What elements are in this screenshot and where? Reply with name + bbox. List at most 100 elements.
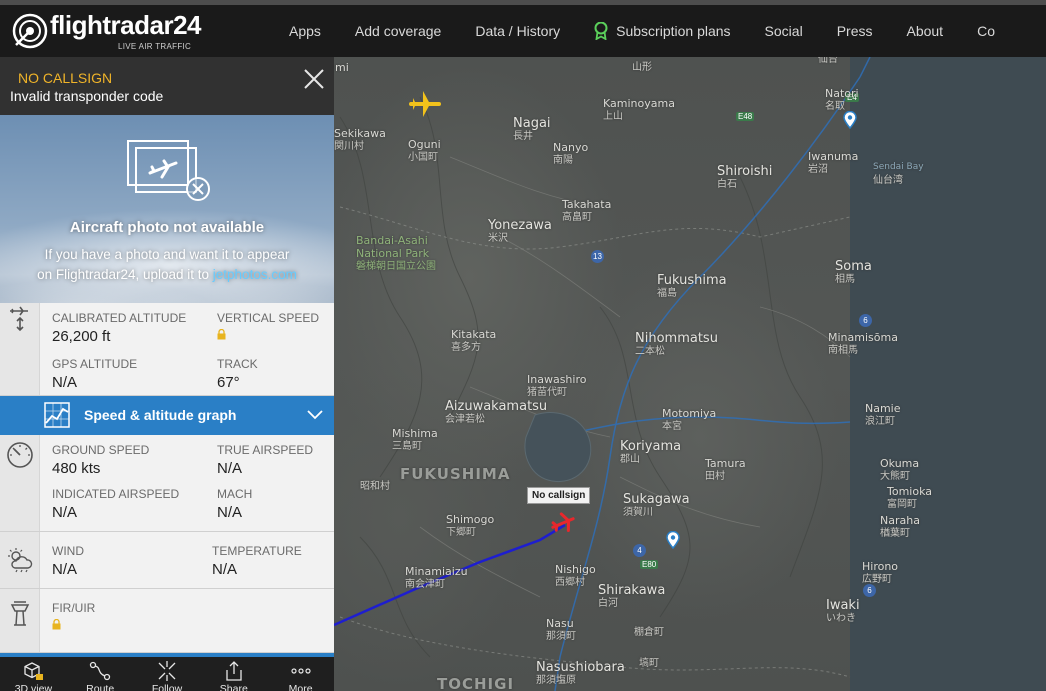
road-marker-4: 4: [633, 544, 646, 557]
place-aizuwakamatsu: Aizuwakamatsu 会津若松: [445, 399, 548, 425]
mach-field: MACH N/A: [217, 487, 253, 521]
main-nav: Apps Add coverage Data / History Subscri…: [272, 5, 1012, 57]
temperature-field: TEMPERATURE N/A: [212, 544, 302, 578]
place-takahata: Takahata 高畠町: [562, 198, 612, 223]
place-soma: Soma 相馬: [835, 259, 872, 285]
place-nishigo: Nishigo 西郷村: [555, 563, 596, 588]
place-minamisoma: Minamisōma 南相馬: [828, 331, 898, 356]
follow-button[interactable]: Follow: [134, 657, 201, 691]
place-sekikawa: Sekikawa 関川村: [334, 127, 386, 152]
photo-unavailable-title: Aircraft photo not available: [69, 219, 265, 236]
radar-logo-icon: [12, 13, 48, 49]
place-showa: 昭和村: [360, 481, 390, 492]
lock-icon[interactable]: [217, 329, 226, 340]
brand-name: flightradar24: [50, 10, 202, 40]
place-minamiaizu: Minamiaizu 南会津町: [405, 565, 468, 590]
place-bandai-park: Bandai-Asahi National Park 磐梯朝日国立公園: [356, 234, 436, 272]
place-sendai: 仙台: [818, 57, 838, 65]
weather-section: WIND N/A TEMPERATURE N/A: [0, 532, 334, 589]
aircraft-callsign-tag[interactable]: No callsign: [527, 487, 591, 504]
place-oguni: Oguni 小国町: [408, 138, 441, 163]
place-hirono: Hirono 広野町: [862, 560, 899, 585]
close-icon[interactable]: [300, 65, 328, 93]
place-tanagura: 棚倉町: [634, 627, 664, 638]
road-shield-e48: E48: [736, 112, 755, 121]
award-badge-icon: [594, 22, 608, 40]
photo-unavailable-icon: [127, 140, 210, 201]
altitude-section: CALIBRATED ALTITUDE 26,200 ft VERTICAL S…: [0, 303, 334, 396]
brand-tagline: LIVE AIR TRAFFIC: [118, 42, 192, 51]
place-nagai: Nagai 長井: [513, 116, 551, 142]
fir-uir-section: FIR/UIR: [0, 589, 334, 653]
place-tomioka: Tomioka 富岡町: [887, 485, 932, 510]
aircraft-info-panel: NO CALLSIGN Invalid transponder code Air…: [0, 57, 334, 691]
region-tochigi: TOCHIGI: [437, 675, 515, 691]
place-sukagawa: Sukagawa 須賀川: [623, 492, 690, 518]
nav-social[interactable]: Social: [748, 5, 820, 57]
nav-data-history[interactable]: Data / History: [458, 5, 577, 57]
callsign-label: NO CALLSIGN: [18, 70, 113, 86]
place-iwanuma: Iwanuma 岩沼: [808, 150, 859, 175]
share-button[interactable]: Share: [200, 657, 267, 691]
place-kitakata: Kitakata 喜多方: [451, 328, 497, 353]
nav-about[interactable]: About: [889, 5, 960, 57]
nav-press[interactable]: Press: [820, 5, 890, 57]
place-nihonmatsu: Nihommatsu 二本松: [635, 331, 718, 357]
place-natori: Natori 名取: [825, 87, 859, 112]
fir-uir-field: FIR/UIR: [52, 601, 95, 635]
flightradar24-logo[interactable]: flightradar24 LIVE AIR TRAFFIC: [12, 10, 202, 55]
route-icon: [90, 661, 111, 681]
speed-section: GROUND SPEED 480 kts TRUE AIRSPEED N/A I…: [0, 435, 334, 532]
airport-pin-icon[interactable]: [666, 531, 680, 549]
region-fukushima: FUKUSHIMA: [400, 465, 511, 483]
jetphotos-link[interactable]: jetphotos.com: [213, 267, 297, 282]
chevron-down-icon: [307, 410, 323, 420]
nav-contact-truncated[interactable]: Co: [960, 5, 1012, 57]
place-shiroishi: Shiroishi 白石: [717, 164, 773, 190]
road-marker-6: 6: [859, 314, 872, 327]
graph-icon: [44, 402, 70, 428]
place-yamagata: 山形: [632, 62, 652, 73]
aircraft-description: Invalid transponder code: [10, 88, 164, 104]
more-dots-icon: [290, 668, 311, 674]
panel-header: NO CALLSIGN Invalid transponder code: [0, 57, 334, 115]
cube-lock-icon: [24, 662, 44, 680]
nav-subscription-plans[interactable]: Subscription plans: [577, 5, 747, 57]
place-shirakawa: Shirakawa 白河: [598, 583, 666, 609]
place-okuma: Okuma 大熊町: [880, 457, 920, 482]
place-mishima: Mishima 三島町: [392, 427, 438, 452]
true-airspeed-field: TRUE AIRSPEED N/A: [217, 443, 314, 477]
speed-altitude-graph-toggle[interactable]: Speed & altitude graph: [0, 396, 334, 435]
place-sendai-bay: Sendai Bay 仙台湾: [873, 162, 924, 186]
indicated-airspeed-field: INDICATED AIRSPEED N/A: [52, 487, 180, 521]
altitude-plane-icon: [10, 306, 28, 332]
calibrated-altitude-field: CALIBRATED ALTITUDE 26,200 ft: [52, 311, 187, 345]
graph-toggle-label: Speed & altitude graph: [84, 407, 237, 423]
track-field: TRACK 67°: [217, 357, 258, 391]
more-button[interactable]: More: [267, 657, 334, 691]
place-kaminoyama: Kaminoyama 上山: [603, 97, 675, 122]
nav-add-coverage[interactable]: Add coverage: [338, 5, 458, 57]
control-tower-icon: [10, 601, 30, 626]
place-yonezawa: Yonezawa 米沢: [488, 218, 552, 244]
place-nanyo: Nanyo 南陽: [553, 141, 589, 166]
ground-speed-field: GROUND SPEED 480 kts: [52, 443, 150, 477]
lock-icon[interactable]: [52, 619, 61, 630]
nav-apps[interactable]: Apps: [272, 5, 338, 57]
speedometer-icon: [7, 442, 33, 468]
wind-field: WIND N/A: [52, 544, 84, 578]
road-shield-e80: E80: [640, 560, 659, 569]
airport-pin-icon[interactable]: [843, 111, 857, 129]
vertical-speed-field: VERTICAL SPEED: [217, 311, 319, 345]
road-marker-13: 13: [591, 250, 604, 263]
route-button[interactable]: Route: [67, 657, 134, 691]
place-tamura: Tamura 田村: [705, 457, 746, 482]
weather-icon: [8, 548, 33, 573]
place-naraha: Naraha 楢葉町: [880, 514, 920, 539]
gps-altitude-field: GPS ALTITUDE N/A: [52, 357, 138, 391]
3d-view-button[interactable]: 3D view: [0, 657, 67, 691]
photo-upload-message: If you have a photo and want it to appea…: [37, 247, 297, 282]
place-nasu: Nasu 那須町: [546, 617, 576, 642]
place-namie: Namie 浪江町: [865, 402, 901, 427]
place-motomiya: Motomiya 本宮: [662, 407, 717, 432]
